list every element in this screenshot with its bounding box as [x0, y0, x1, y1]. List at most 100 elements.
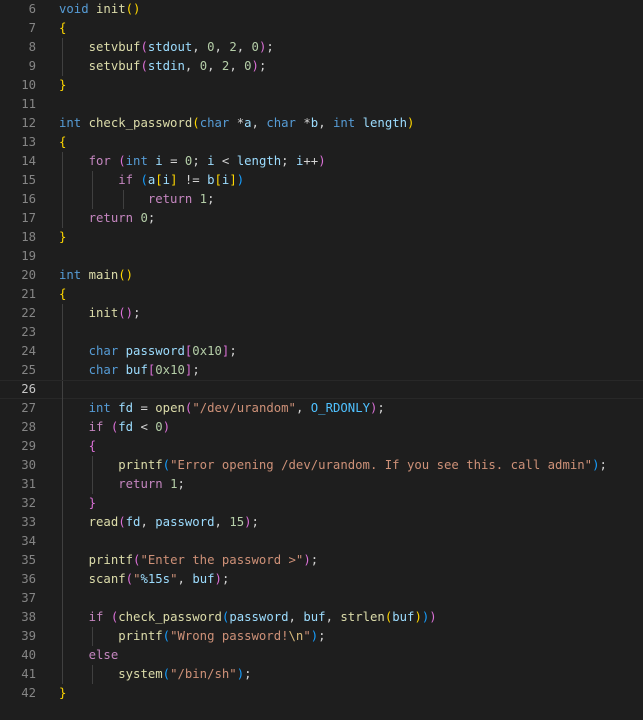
code-line[interactable]: 25 char buf[0x10]; [0, 361, 643, 380]
code-token: int [59, 116, 82, 130]
code-line[interactable]: 17 return 0; [0, 209, 643, 228]
code-token: ) [244, 515, 252, 529]
code-line[interactable]: 36 scanf("%15s", buf); [0, 570, 643, 589]
code-line[interactable]: 11 [0, 95, 643, 114]
code-token: } [59, 230, 67, 244]
code-text: { [59, 437, 96, 456]
code-text: } [59, 228, 66, 247]
code-line[interactable]: 41 system("/bin/sh"); [0, 665, 643, 684]
code-line[interactable]: 9 setvbuf(stdin, 0, 2, 0); [0, 57, 643, 76]
line-number: 11 [21, 97, 36, 111]
code-text: read(fd, password, 15); [59, 513, 259, 532]
line-number: 24 [21, 344, 36, 358]
code-line[interactable]: 40 else [0, 646, 643, 665]
code-token: if [88, 610, 104, 624]
code-line[interactable]: 12 int check_password(char *a, char *b, i… [0, 114, 643, 133]
code-line[interactable]: 27 int fd = open("/dev/urandom", O_RDONL… [0, 399, 643, 418]
code-token: 0x10 [155, 363, 185, 377]
code-line[interactable]: 7{ [0, 19, 643, 38]
code-token: ( [162, 458, 171, 472]
code-token: i [162, 173, 171, 187]
code-text: void init() [59, 0, 140, 19]
code-line[interactable]: 28 if (fd < 0) [0, 418, 643, 437]
code-token: ] [229, 173, 237, 187]
code-token: = [133, 401, 156, 415]
code-text: { [59, 19, 66, 38]
code-token: length [362, 116, 408, 130]
code-line[interactable]: 33 read(fd, password, 15); [0, 513, 643, 532]
code-token: init [96, 2, 126, 16]
code-line[interactable]: 34 [0, 532, 643, 551]
code-token: , [207, 59, 222, 73]
code-text: return 1; [59, 190, 215, 209]
code-line[interactable]: 6 void init() [0, 0, 643, 19]
code-token: setvbuf [88, 59, 141, 73]
code-token: " [170, 572, 178, 586]
code-line[interactable]: 26 [0, 380, 643, 400]
line-number: 30 [21, 458, 36, 472]
code-token: = [162, 154, 185, 168]
line-number: 17 [21, 211, 36, 225]
code-token: ) [236, 173, 245, 187]
code-line[interactable]: 38 if (check_password(password, buf, str… [0, 608, 643, 627]
code-line[interactable]: 37 [0, 589, 643, 608]
code-line[interactable]: 29 { [0, 437, 643, 456]
code-token: ) [414, 610, 422, 624]
code-token: for [88, 154, 111, 168]
code-token: 0x10 [192, 344, 222, 358]
code-line[interactable]: 39 printf("Wrong password!\n"); [0, 627, 643, 646]
code-line[interactable]: 35 printf("Enter the password >"); [0, 551, 643, 570]
code-line[interactable]: 13 { [0, 133, 643, 152]
line-number: 34 [21, 534, 36, 548]
code-line[interactable]: 20 int main() [0, 266, 643, 285]
line-number: 19 [21, 249, 36, 263]
code-token: system [118, 667, 163, 681]
code-token: , [325, 610, 341, 624]
code-token: ; [177, 477, 185, 491]
code-line[interactable]: 31 return 1; [0, 475, 643, 494]
code-token: return [88, 211, 134, 225]
line-number: 14 [21, 154, 36, 168]
code-token: ; [599, 458, 607, 472]
code-token: , [214, 515, 230, 529]
code-token: " [303, 629, 311, 643]
code-line[interactable]: 21 { [0, 285, 643, 304]
code-line[interactable]: 30 printf("Error opening /dev/urandom. I… [0, 456, 643, 475]
code-token: ) [251, 59, 259, 73]
code-line[interactable]: 42} [0, 684, 643, 703]
code-text: if (a[i] != b[i]) [59, 171, 244, 190]
code-line[interactable]: 23 [0, 323, 643, 342]
code-token: ; [147, 211, 156, 225]
code-token: ( [140, 59, 148, 73]
code-token: ; [229, 344, 237, 358]
code-line[interactable]: 8 setvbuf(stdout, 0, 2, 0); [0, 38, 643, 57]
code-line[interactable]: 22 init(); [0, 304, 643, 323]
code-line[interactable]: 10} [0, 76, 643, 95]
code-token: 2 [229, 40, 237, 54]
code-token: * [229, 116, 245, 130]
code-line[interactable]: 18} [0, 228, 643, 247]
code-token: ; [266, 40, 274, 54]
code-line[interactable]: 19 [0, 247, 643, 266]
code-line[interactable]: 14 for (int i = 0; i < length; i++) [0, 152, 643, 171]
code-line[interactable]: 32 } [0, 494, 643, 513]
code-line[interactable]: 16 return 1; [0, 190, 643, 209]
code-token: [ [155, 173, 163, 187]
line-number: 7 [28, 21, 36, 35]
code-line[interactable]: 24 char password[0x10]; [0, 342, 643, 361]
code-editor[interactable]: 6 void init() 7{8 setvbuf(stdout, 0, 2, 0)… [0, 0, 643, 720]
code-token: char [266, 116, 296, 130]
code-line[interactable]: 15 if (a[i] != b[i]) [0, 171, 643, 190]
